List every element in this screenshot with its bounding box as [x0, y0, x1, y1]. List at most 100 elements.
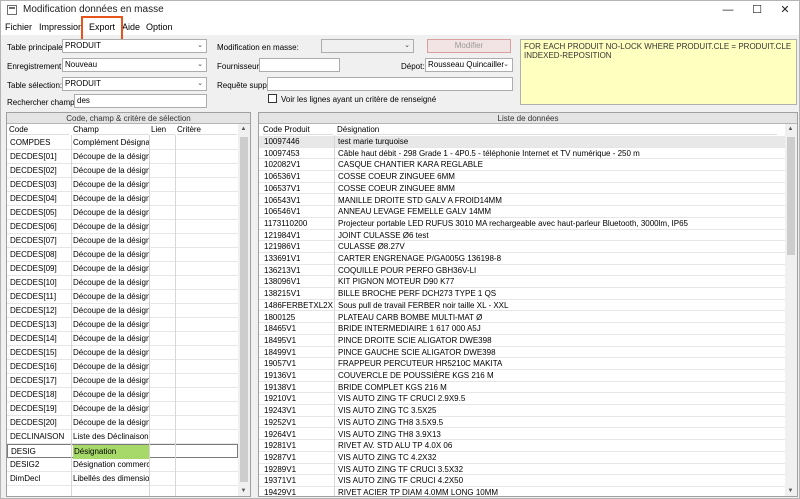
table-row[interactable]: 1173110200 Projecteur portable LED RUFUS …	[259, 218, 785, 230]
cell-code-produit: 18465V1	[264, 324, 297, 334]
table-row[interactable]: 10097453 Câble haut débit - 298 Grade 1 -…	[259, 148, 785, 160]
scroll-up-arrow[interactable]: ▲	[238, 124, 249, 135]
table-row[interactable]: 19371V1 VIS AUTO ZING TF CRUCI 4.2X50	[259, 475, 785, 487]
depot-select[interactable]: Rousseau Quincailler ⌄	[425, 58, 513, 72]
table-principale-select[interactable]: PRODUIT ⌄	[62, 39, 207, 53]
table-row[interactable]: DECLINAISON Liste des Déclinaisons	[7, 430, 238, 444]
menu-fichier[interactable]: Fichier	[5, 22, 32, 32]
query-text-box[interactable]: FOR EACH PRODUIT NO-LOCK WHERE PRODUIT.C…	[520, 39, 797, 105]
table-row[interactable]: 19057V1 FRAPPEUR PERCUTEUR HR5210C MAKITA	[259, 358, 785, 370]
table-row[interactable]: DECDES[03] Découpe de la désignation	[7, 178, 238, 192]
table-row[interactable]: 138096V1 KIT PIGNON MOTEUR D90 K77	[259, 276, 785, 289]
column-header-code[interactable]: Code	[9, 124, 69, 135]
menu-impression[interactable]: Impression	[39, 22, 83, 32]
table-row[interactable]: DimDecl Libellés des dimensions	[7, 472, 238, 486]
cell-code-produit: 19371V1	[264, 476, 297, 486]
table-row[interactable]: 121986V1 CULASSE Ø8.27V	[259, 241, 785, 253]
table-row[interactable]: DECDES[10] Découpe de la désignation	[7, 276, 238, 290]
table-row[interactable]: DECDES[05] Découpe de la désignation	[7, 206, 238, 220]
table-row[interactable]: DECDES[12] Découpe de la désignation	[7, 304, 238, 318]
cell-code: DESIG	[11, 447, 36, 456]
table-row[interactable]: DECDES[15] Découpe de la désignation	[7, 346, 238, 360]
table-row[interactable]: 106537V1 COSSE COEUR ZINGUEE 8MM	[259, 183, 785, 195]
cell-designation: VIS AUTO ZING TF CRUCI 4.2X50	[338, 476, 464, 486]
table-row[interactable]: 19289V1 VIS AUTO ZING TF CRUCI 3.5X32	[259, 464, 785, 476]
table-row[interactable]: 102082V1 CASQUE CHANTIER KARA REGLABLE	[259, 159, 785, 172]
table-row[interactable]: 19264V1 VIS AUTO ZING TH8 3.9X13	[259, 429, 785, 441]
table-row[interactable]: 19138V1 BRIDE COMPLET KGS 216 M	[259, 382, 785, 394]
cell-champ: Découpe de la désignation	[73, 250, 149, 259]
table-row[interactable]: DECDES[13] Découpe de la désignation	[7, 318, 238, 332]
column-header-designation[interactable]: Désignation	[337, 124, 777, 135]
table-row[interactable]: 18465V1 BRIDE INTERMEDIAIRE 1 617 000 A5J	[259, 323, 785, 335]
table-row[interactable]: DECDES[02] Découpe de la désignation	[7, 164, 238, 178]
left-vertical-scrollbar[interactable]: ▲ ▼	[238, 124, 250, 496]
table-row[interactable]: 133691V1 CARTER ENGRENAGE P/GA005G 136198…	[259, 253, 785, 265]
menu-aide[interactable]: Aide	[122, 22, 140, 32]
cell-code-produit: 18499V1	[264, 347, 297, 357]
table-row[interactable]: 18495V1 PINCE DROITE SCIE ALIGATOR DWE398	[259, 335, 785, 347]
column-header-critere[interactable]: Critère	[177, 124, 237, 135]
table-row[interactable]: 19210V1 VIS AUTO ZING TF CRUCI 2.9X9.5	[259, 393, 785, 406]
table-row[interactable]: DECDES[18] Découpe de la désignation	[7, 388, 238, 402]
cell-designation: FRAPPEUR PERCUTEUR HR5210C MAKITA	[338, 359, 503, 369]
table-row[interactable]: DECDES[19] Découpe de la désignation	[7, 402, 238, 416]
minimize-button[interactable]: —	[713, 1, 743, 19]
rechercher-champ-input[interactable]: des	[74, 94, 207, 108]
column-header-champ[interactable]: Champ	[73, 124, 149, 135]
close-button[interactable]: ✕	[771, 1, 799, 19]
menu-option[interactable]: Option	[146, 22, 173, 32]
table-row[interactable]: 138215V1 BILLE BROCHE PERF DCH273 TYPE 1 …	[259, 288, 785, 300]
table-row[interactable]: DECDES[11] Découpe de la désignation	[7, 290, 238, 304]
cell-code-produit: 1800125	[264, 312, 296, 322]
table-row[interactable]: 1800125 PLATEAU CARB BOMBE MULTI-MAT Ø	[259, 312, 785, 324]
column-header-lien[interactable]: Lien	[151, 124, 175, 135]
enregistrement-select[interactable]: Nouveau ⌄	[62, 58, 207, 72]
table-row[interactable]: 19429V1 RIVET ACIER TP DIAM 4.0MM LONG 10…	[259, 487, 785, 496]
cell-code: DECDES[12]	[10, 306, 57, 315]
cell-designation: VIS AUTO ZING TC 4.2X32	[338, 452, 437, 462]
scroll-thumb[interactable]	[787, 137, 795, 255]
maximize-button[interactable]: ☐	[743, 1, 771, 19]
modifier-button[interactable]: Modifier	[427, 39, 511, 53]
table-row[interactable]: 18499V1 PINCE GAUCHE SCIE ALIGATOR DWE398	[259, 347, 785, 359]
table-row[interactable]: DECDES[09] Découpe de la désignation	[7, 262, 238, 276]
table-row[interactable]: 106536V1 COSSE COEUR ZINGUEE 6MM	[259, 171, 785, 183]
table-row[interactable]: COMPDES Complément Désignation	[7, 136, 238, 150]
table-row[interactable]: DESIG Désignation	[7, 444, 238, 459]
table-row[interactable]: DECDES[07] Découpe de la désignation	[7, 234, 238, 248]
table-row[interactable]: 19243V1 VIS AUTO ZING TC 3.5X25	[259, 405, 785, 417]
table-row[interactable]: 19287V1 VIS AUTO ZING TC 4.2X32	[259, 452, 785, 464]
requete-supp-input[interactable]	[267, 77, 513, 91]
table-selection-select[interactable]: PRODUIT ⌄	[62, 77, 207, 91]
modification-masse-select[interactable]: ⌄	[321, 39, 414, 53]
table-row[interactable]: DECDES[14] Découpe de la désignation	[7, 332, 238, 346]
voir-lignes-checkbox[interactable]	[268, 94, 277, 103]
table-row[interactable]: 106543V1 MANILLE DROITE STD GALV A FROID1…	[259, 195, 785, 207]
table-row[interactable]: DECDES[01] Découpe de la désignation	[7, 150, 238, 164]
table-row[interactable]: 106546V1 ANNEAU LEVAGE FEMELLE GALV 14MM	[259, 206, 785, 218]
table-row[interactable]: DESIG2 Désignation commerciale	[7, 458, 238, 472]
table-row[interactable]: 19136V1 COUVERCLE DE POUSSIÈRE KGS 216 M	[259, 370, 785, 382]
column-header-code-produit[interactable]: Code Produit	[263, 124, 333, 135]
scroll-down-arrow[interactable]: ▼	[785, 486, 796, 496]
table-row[interactable]: 1486FERBETXL2XL Sous pull de travail FERB…	[259, 300, 785, 312]
cell-champ: Découpe de la désignation	[73, 278, 149, 287]
table-row[interactable]: DECDES[06] Découpe de la désignation	[7, 220, 238, 234]
scroll-thumb[interactable]	[240, 137, 248, 482]
table-row[interactable]: DECDES[17] Découpe de la désignation	[7, 374, 238, 388]
table-row[interactable]: 19252V1 VIS AUTO ZING TH8 3.5X9.5	[259, 417, 785, 429]
scroll-down-arrow[interactable]: ▼	[238, 486, 249, 496]
scroll-up-arrow[interactable]: ▲	[785, 124, 796, 135]
table-row[interactable]: 121984V1 JOINT CULASSE Ø6 test	[259, 230, 785, 242]
cell-champ: Découpe de la désignation	[73, 222, 149, 231]
right-vertical-scrollbar[interactable]: ▲ ▼	[785, 124, 797, 496]
table-row[interactable]: DECDES[08] Découpe de la désignation	[7, 248, 238, 262]
table-row[interactable]: DECDES[04] Découpe de la désignation	[7, 192, 238, 206]
table-row[interactable]: DECDES[16] Découpe de la désignation	[7, 360, 238, 374]
table-row[interactable]: 136213V1 COQUILLE POUR PERFO GBH36V-LI	[259, 265, 785, 277]
fournisseur-input[interactable]	[259, 58, 340, 72]
table-row[interactable]: 19281V1 RIVET AV. STD ALU TP 4.0X 06	[259, 440, 785, 452]
table-row[interactable]: DECDES[20] Découpe de la désignation	[7, 416, 238, 430]
table-row[interactable]: 10097446 test marie turquoise	[259, 136, 785, 148]
